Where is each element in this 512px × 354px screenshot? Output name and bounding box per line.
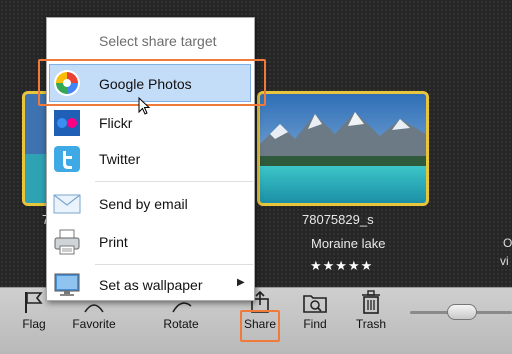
submenu-arrow-icon: ▶ [237,277,245,288]
photo-filename: 78075829_s [302,212,374,227]
email-envelope-icon [53,194,81,214]
rating-stars[interactable]: ★★★★★ [310,258,373,274]
twitter-icon [54,146,80,172]
find-button[interactable]: Find [298,290,332,331]
menu-item-print[interactable]: Print [47,225,254,259]
photo-thumbnail-moraine-lake[interactable] [257,91,429,206]
flickr-icon [54,110,80,136]
printer-icon [54,229,80,255]
find-label: Find [303,317,327,331]
photo-title: Moraine lake [311,236,386,251]
trash-icon [362,290,380,314]
menu-item-send-by-email[interactable]: Send by email [47,187,254,221]
monitor-icon [54,273,80,296]
right-edge-text-2: vi [500,254,509,268]
menu-item-label: Twitter [99,151,141,167]
menu-item-label: Send by email [99,196,188,212]
menu-item-label: Set as wallpaper [99,277,203,293]
share-button-highlight [240,310,280,342]
menu-item-set-as-wallpaper[interactable]: Set as wallpaper ▶ [47,268,254,302]
right-edge-text: O [503,236,512,250]
menu-item-label: Print [99,234,128,250]
trash-button[interactable]: Trash [353,290,389,331]
menu-separator [95,181,253,182]
flag-label: Flag [22,317,46,331]
google-photos-highlight [38,59,266,106]
menu-item-label: Flickr [99,115,133,131]
flag-icon [25,292,43,313]
mouse-cursor-icon [138,97,151,115]
rotate-label: Rotate [163,317,199,331]
menu-item-twitter[interactable]: Twitter [47,142,254,176]
menu-header: Select share target [99,33,217,49]
find-folder-icon [303,295,327,313]
menu-separator [95,264,253,265]
trash-label: Trash [355,317,387,331]
favorite-label: Favorite [72,317,116,331]
zoom-slider-thumb[interactable] [447,304,477,320]
